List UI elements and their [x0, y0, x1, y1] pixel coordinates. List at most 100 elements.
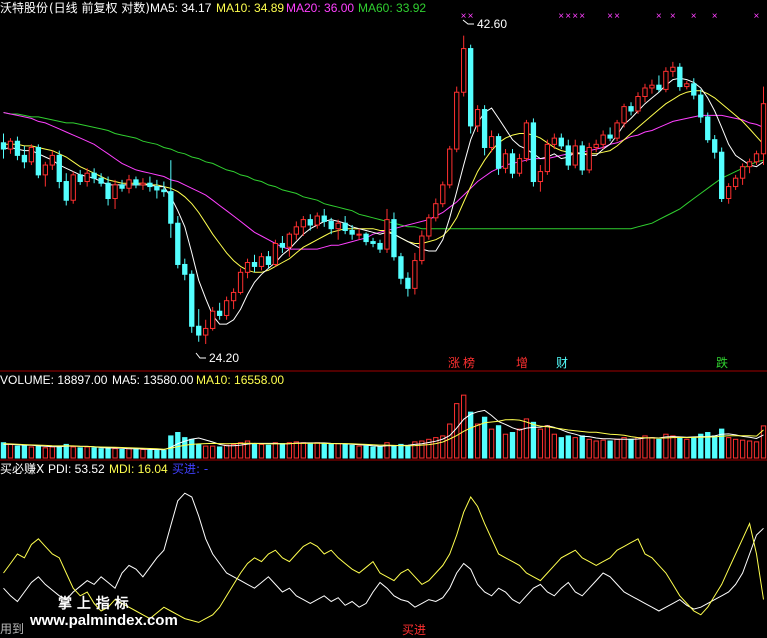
signal-mark: ×	[754, 11, 760, 22]
candle-body	[14, 140, 21, 156]
volume-bar	[377, 446, 383, 459]
candle-body	[49, 154, 55, 166]
volume-bar	[732, 438, 739, 459]
event-tag-die[interactable]: 跌	[716, 355, 728, 370]
volume-bar	[56, 445, 62, 459]
candle-body	[614, 122, 620, 139]
candle-body	[223, 300, 230, 316]
candle-body	[732, 177, 739, 188]
candle-body	[600, 134, 606, 145]
candle-body	[684, 83, 690, 88]
volume-bar	[684, 438, 690, 459]
candle-body	[147, 182, 153, 188]
candle-body	[300, 219, 306, 228]
candle-body	[377, 242, 383, 250]
signal-mark: ×	[607, 11, 613, 22]
volume-bar	[349, 444, 355, 459]
candle-body	[509, 153, 516, 174]
candle-body	[370, 241, 376, 244]
period-text: (日线 前复权 对数)	[49, 0, 150, 15]
volume-bar	[223, 444, 230, 459]
volume-bar	[77, 447, 83, 459]
candle-body	[314, 215, 320, 226]
volume-bar	[356, 445, 362, 459]
candle-body	[656, 84, 662, 90]
volume-bar	[454, 403, 460, 459]
volume-bar	[725, 437, 732, 459]
volume-bar	[210, 445, 216, 459]
candle-body	[628, 106, 634, 112]
candle-body	[7, 140, 14, 150]
volume-bar	[523, 418, 530, 459]
signal-mark: ×	[565, 11, 571, 22]
volume-bar	[328, 443, 334, 459]
volume-bar	[628, 438, 634, 459]
volume-bar	[467, 411, 474, 459]
candle-body	[272, 242, 279, 265]
volume-bar	[544, 425, 551, 459]
volume-bar	[649, 437, 655, 459]
volume-bar	[537, 428, 544, 459]
candle-body	[42, 164, 48, 176]
volume-bar	[712, 435, 718, 459]
volume-bar	[335, 443, 341, 459]
candle-body	[753, 153, 760, 163]
candle-body	[649, 84, 655, 89]
buy-signal-label[interactable]: 买进	[402, 623, 426, 637]
candle-body	[279, 242, 286, 248]
candle-body	[119, 184, 125, 189]
volume-bar	[495, 425, 502, 459]
candle-body	[237, 271, 244, 293]
event-tag-cai[interactable]: 财	[556, 356, 568, 370]
event-tag-bang[interactable]: 榜	[463, 355, 475, 370]
candle-body	[251, 262, 258, 267]
volume-bar	[42, 447, 48, 459]
event-tag-zhang[interactable]: 涨	[448, 355, 460, 370]
candle-body	[516, 158, 523, 174]
indicator-name: 买必赚X	[0, 461, 44, 476]
stock-chart[interactable]: × × × × × × × × × × × × × 沃特股份 (日线 前复权 对数) MA5: 34.1…	[0, 0, 767, 638]
signal-mark: ×	[614, 11, 620, 22]
volume-bar	[251, 443, 258, 459]
volume-bar	[363, 445, 369, 459]
watermark-title: 掌 上 指 标	[58, 595, 129, 612]
volume-bar	[607, 440, 613, 459]
candle-body	[105, 182, 111, 200]
candle-body	[98, 177, 104, 184]
volume-bar	[189, 438, 195, 459]
volume-bar	[279, 443, 286, 459]
volume-bar	[739, 439, 746, 459]
candle-body	[412, 260, 418, 289]
candle-body	[230, 291, 237, 302]
candle-body	[537, 171, 544, 183]
signal-mark: ×	[656, 11, 662, 22]
candle-body	[91, 172, 97, 179]
candle-body	[265, 256, 272, 265]
watermark-corner: 用到	[0, 622, 24, 636]
volume-bar	[265, 444, 272, 459]
volume-bar	[579, 435, 585, 459]
volume-bar	[147, 449, 153, 459]
candle-body	[161, 189, 167, 193]
volume-bar	[230, 443, 237, 459]
candle-body	[635, 96, 641, 112]
high-label: 42.60	[477, 17, 507, 31]
event-tag-zeng[interactable]: 增	[516, 356, 528, 370]
candle-body	[586, 146, 592, 171]
signal-mark: ×	[579, 11, 585, 22]
volume-bar	[161, 449, 167, 459]
candle-body	[189, 273, 195, 327]
volume-bar	[126, 448, 132, 459]
candle-body	[349, 229, 355, 235]
candle-body	[356, 233, 362, 236]
candle-body	[196, 325, 202, 336]
candle-body	[544, 143, 551, 173]
candle-body	[621, 106, 627, 124]
candle-body	[56, 154, 62, 183]
volume-bar	[516, 428, 523, 459]
volume-bar	[14, 445, 21, 459]
candle-body	[286, 233, 293, 248]
volume-bar	[35, 445, 42, 459]
volume-bar	[474, 423, 481, 459]
candle-body	[21, 154, 28, 163]
